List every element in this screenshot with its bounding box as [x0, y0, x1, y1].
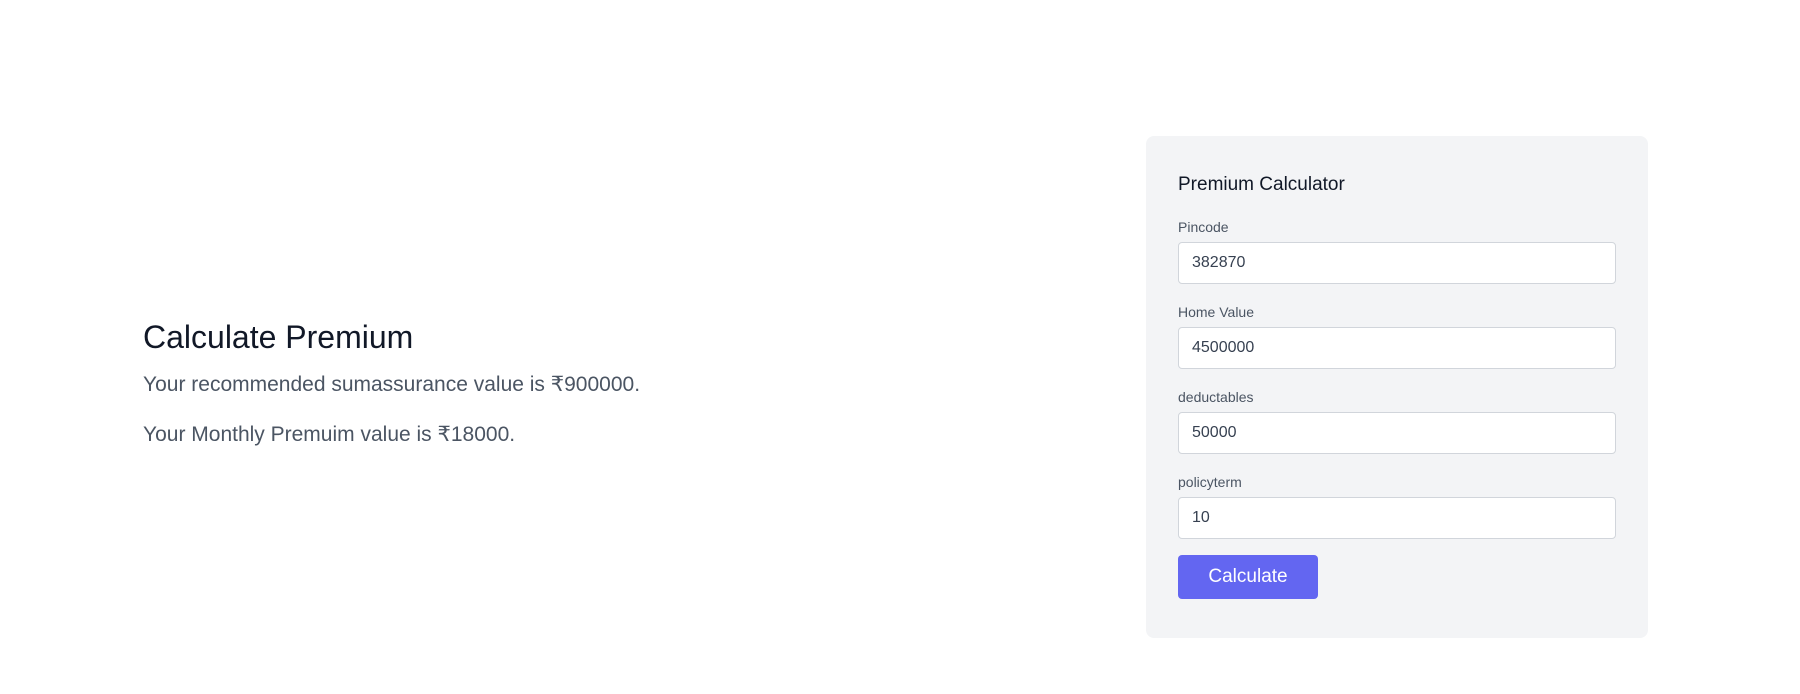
home-value-input[interactable]: [1178, 327, 1616, 369]
page-heading: Calculate Premium: [143, 319, 414, 355]
pincode-field: Pincode: [1178, 218, 1616, 284]
premium-calculator-card: Premium Calculator Pincode Home Value de…: [1146, 136, 1648, 638]
policyterm-label: policyterm: [1178, 474, 1242, 490]
monthly-premium-text: Your Monthly Premuim value is ₹18000.: [143, 423, 516, 446]
deductables-input[interactable]: [1178, 412, 1616, 454]
sum-assurance-text: Your recommended sumassurance value is ₹…: [143, 373, 641, 396]
policyterm-field: policyterm: [1178, 473, 1616, 539]
calculate-button[interactable]: Calculate: [1178, 555, 1318, 599]
home-value-field: Home Value: [1178, 303, 1616, 369]
deductables-field: deductables: [1178, 388, 1616, 454]
policyterm-input[interactable]: [1178, 497, 1616, 539]
pincode-label: Pincode: [1178, 219, 1229, 235]
deductables-label: deductables: [1178, 389, 1254, 405]
home-value-label: Home Value: [1178, 304, 1255, 320]
pincode-input[interactable]: [1178, 242, 1616, 284]
calculator-title: Premium Calculator: [1178, 174, 1345, 195]
result-section: Calculate Premium Your recommended sumas…: [143, 317, 943, 449]
